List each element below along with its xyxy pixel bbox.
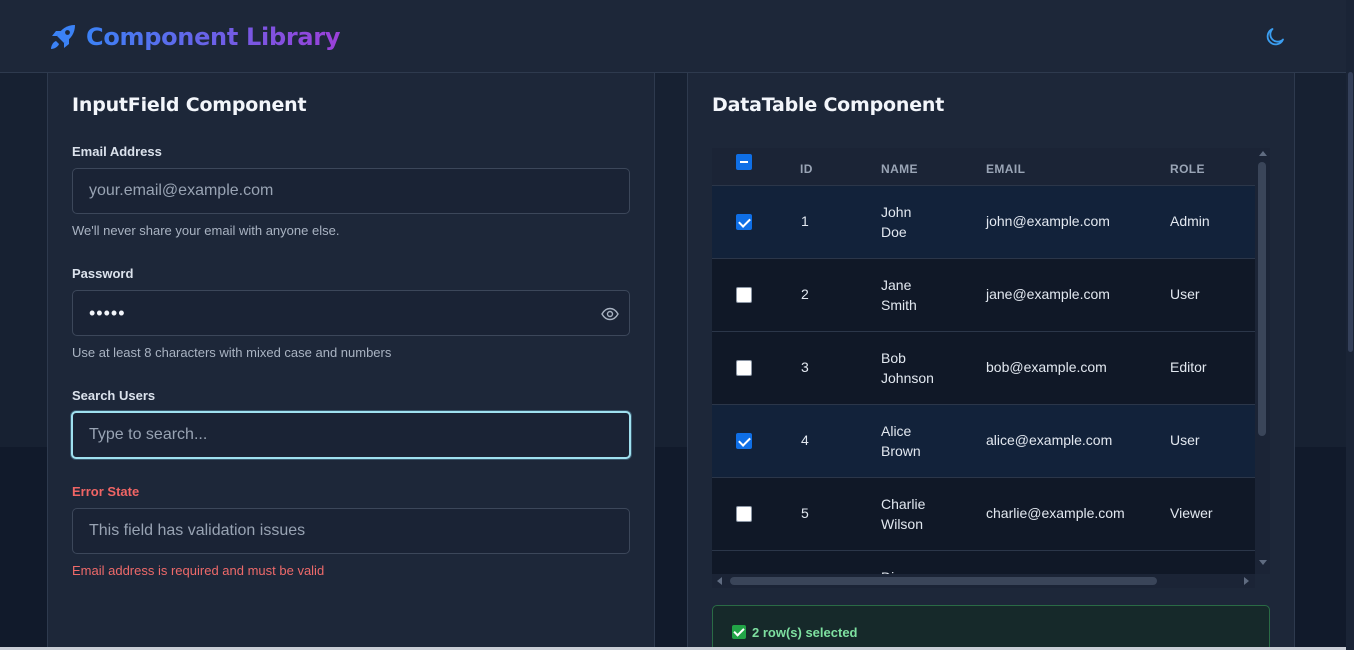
cell-name: Alice Brown xyxy=(881,421,921,461)
select-all-checkbox[interactable] xyxy=(736,154,752,170)
table-row[interactable]: 4 Alice Brown alice@example.com User xyxy=(712,404,1255,477)
column-header-role[interactable]: ROLE xyxy=(1170,162,1205,176)
datatable-card-title: DataTable Component xyxy=(712,94,945,116)
cell-id: 2 xyxy=(801,286,809,302)
table-row[interactable]: 5 Charlie Wilson charlie@example.com View… xyxy=(712,477,1255,550)
table-header: ID NAME EMAIL ROLE xyxy=(712,148,1255,186)
password-help-text: Use at least 8 characters with mixed cas… xyxy=(72,345,392,360)
cell-email: alice@example.com xyxy=(986,432,1113,448)
last-name: Doe xyxy=(881,224,907,240)
row-checkbox[interactable] xyxy=(736,287,752,303)
row-checkbox[interactable] xyxy=(736,433,752,449)
table-horizontal-scrollbar-thumb[interactable] xyxy=(730,577,1157,585)
password-field[interactable] xyxy=(72,290,630,336)
cell-email: charlie@example.com xyxy=(986,505,1125,521)
cell-role: Viewer xyxy=(1170,505,1213,521)
cell-id: 5 xyxy=(801,505,809,521)
app-title: Component Library xyxy=(86,23,341,51)
page-scrollbar-thumb[interactable] xyxy=(1348,72,1353,352)
moon-icon[interactable] xyxy=(1263,25,1287,49)
table-row[interactable]: 3 Bob Johnson bob@example.com Editor xyxy=(712,331,1255,404)
cell-role: Editor xyxy=(1170,359,1207,375)
column-header-name[interactable]: NAME xyxy=(881,162,918,176)
table-row[interactable]: Di xyxy=(712,550,1255,574)
email-label: Email Address xyxy=(72,144,162,159)
datatable-card: DataTable Component ID NAME EMAIL ROLE 1… xyxy=(687,73,1295,650)
row-checkbox[interactable] xyxy=(736,214,752,230)
last-name: Brown xyxy=(881,443,921,459)
table-horizontal-scroll-area xyxy=(712,574,1270,588)
data-table: ID NAME EMAIL ROLE 1 John Doe john@exampl… xyxy=(712,148,1270,574)
last-name: Smith xyxy=(881,297,917,313)
password-label: Password xyxy=(72,266,134,281)
selection-count-text: 2 row(s) selected xyxy=(752,625,858,640)
email-field[interactable] xyxy=(72,168,630,214)
first-name: Charlie xyxy=(881,496,926,512)
cell-email: bob@example.com xyxy=(986,359,1107,375)
email-help-text: We'll never share your email with anyone… xyxy=(72,223,340,238)
column-header-id[interactable]: ID xyxy=(800,162,813,176)
cell-name: Charlie Wilson xyxy=(881,494,925,534)
cell-name: Di xyxy=(881,567,894,574)
last-name: Johnson xyxy=(881,370,934,386)
error-state-field[interactable] xyxy=(72,508,630,554)
last-name: Wilson xyxy=(881,516,924,532)
error-state-label: Error State xyxy=(72,484,140,499)
search-input[interactable] xyxy=(71,411,631,459)
error-message: Email address is required and must be va… xyxy=(72,563,325,578)
table-row[interactable]: 2 Jane Smith jane@example.com User xyxy=(712,258,1255,331)
app-header: Component Library xyxy=(0,0,1346,73)
cell-email: john@example.com xyxy=(986,213,1110,229)
cell-name: John Doe xyxy=(881,202,911,242)
cell-id: 1 xyxy=(801,213,809,229)
scroll-right-arrow-icon[interactable] xyxy=(1244,577,1249,585)
check-icon xyxy=(732,625,746,639)
search-label: Search Users xyxy=(72,388,156,403)
row-checkbox[interactable] xyxy=(736,506,752,522)
cell-role: Admin xyxy=(1170,213,1210,229)
cell-role: User xyxy=(1170,286,1200,302)
table-vertical-scrollbar-thumb[interactable] xyxy=(1258,162,1266,436)
cell-id: 3 xyxy=(801,359,809,375)
cell-name: Bob Johnson xyxy=(881,348,934,388)
scroll-left-arrow-icon[interactable] xyxy=(717,577,722,585)
table-row[interactable]: 1 John Doe john@example.com Admin xyxy=(712,185,1255,258)
first-name: Alice xyxy=(881,423,912,439)
cell-id: 4 xyxy=(801,432,809,448)
eye-icon[interactable] xyxy=(601,305,619,323)
first-name: John xyxy=(881,204,912,220)
rocket-icon xyxy=(51,25,75,49)
inputfield-card: InputField Component Email Address We'll… xyxy=(47,73,655,650)
row-checkbox[interactable] xyxy=(736,360,752,376)
first-name: Bob xyxy=(881,350,906,366)
scroll-down-arrow-icon[interactable] xyxy=(1259,560,1267,565)
column-header-email[interactable]: EMAIL xyxy=(986,162,1025,176)
first-name: Jane xyxy=(881,277,912,293)
inputfield-card-title: InputField Component xyxy=(72,94,307,116)
selection-status-banner: 2 row(s) selected xyxy=(712,605,1270,650)
cell-name: Jane Smith xyxy=(881,275,917,315)
cell-email: jane@example.com xyxy=(986,286,1110,302)
scroll-up-arrow-icon[interactable] xyxy=(1259,151,1267,156)
cell-role: User xyxy=(1170,432,1200,448)
